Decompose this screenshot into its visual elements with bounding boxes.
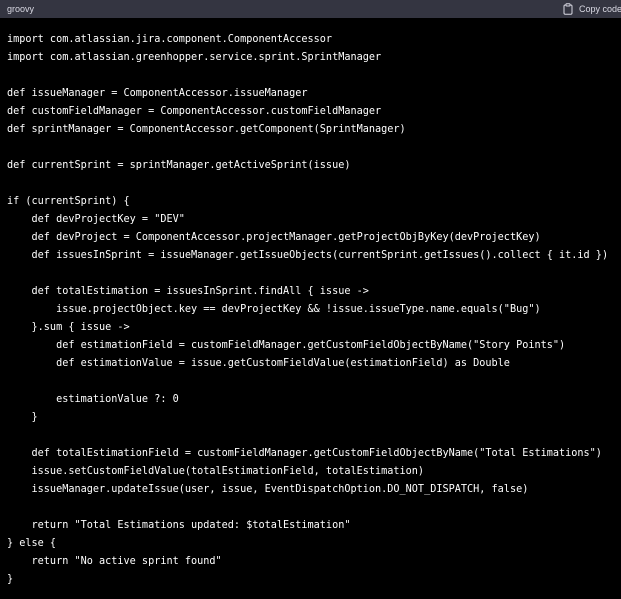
code-language-label: groovy bbox=[7, 4, 35, 14]
copy-code-label: Copy code bbox=[579, 4, 621, 14]
code-line: return "No active sprint found" bbox=[7, 556, 222, 567]
code-line: issue.projectObject.key == devProjectKey… bbox=[7, 304, 541, 315]
code-line: } else { bbox=[7, 538, 57, 549]
code-line: } bbox=[7, 574, 14, 585]
code-line: def currentSprint = sprintManager.getAct… bbox=[7, 160, 351, 171]
code-line: def totalEstimation = issuesInSprint.fin… bbox=[7, 286, 369, 297]
code-line: def estimationField = customFieldManager… bbox=[7, 340, 566, 351]
code-block: groovy Copy code import com.atlassian.ji… bbox=[0, 0, 621, 599]
code-line: def totalEstimationField = customFieldMa… bbox=[7, 448, 602, 459]
code-line: def issuesInSprint = issueManager.getIss… bbox=[7, 250, 609, 261]
code-line: def issueManager = ComponentAccessor.iss… bbox=[7, 88, 308, 99]
code-line: estimationValue ?: 0 bbox=[7, 394, 179, 405]
code-line: import com.atlassian.jira.component.Comp… bbox=[7, 34, 333, 45]
code-line: } bbox=[7, 412, 38, 423]
code-line: def devProjectKey = "DEV" bbox=[7, 214, 185, 225]
code-line: def estimationValue = issue.getCustomFie… bbox=[7, 358, 510, 369]
code-line: }.sum { issue -> bbox=[7, 322, 130, 333]
code-header: groovy Copy code bbox=[0, 0, 621, 18]
code-line: def devProject = ComponentAccessor.proje… bbox=[7, 232, 541, 243]
code-body: import com.atlassian.jira.component.Comp… bbox=[0, 18, 621, 599]
code-text: import com.atlassian.jira.component.Comp… bbox=[7, 31, 608, 589]
code-line: return "Total Estimations updated: $tota… bbox=[7, 520, 351, 531]
code-line: issueManager.updateIssue(user, issue, Ev… bbox=[7, 484, 529, 495]
code-line: def customFieldManager = ComponentAccess… bbox=[7, 106, 382, 117]
clipboard-icon bbox=[563, 3, 573, 15]
copy-code-button[interactable]: Copy code bbox=[563, 1, 621, 17]
code-line: issue.setCustomFieldValue(totalEstimatio… bbox=[7, 466, 425, 477]
code-line: import com.atlassian.greenhopper.service… bbox=[7, 52, 382, 63]
code-line: def sprintManager = ComponentAccessor.ge… bbox=[7, 124, 406, 135]
code-line: if (currentSprint) { bbox=[7, 196, 130, 207]
